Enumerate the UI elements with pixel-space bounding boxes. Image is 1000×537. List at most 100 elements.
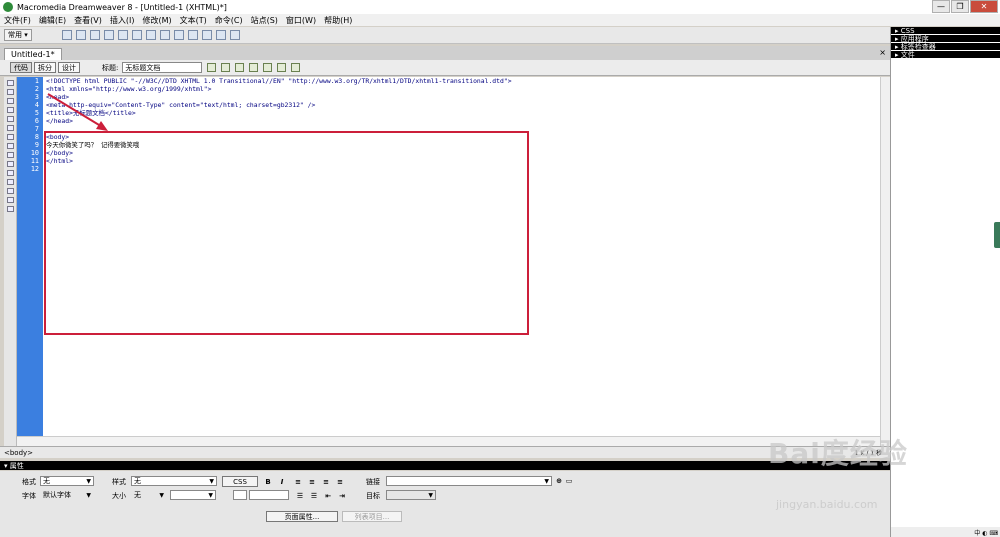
horizontal-scrollbar[interactable]	[17, 436, 880, 446]
outdent-icon[interactable]	[6, 197, 14, 203]
align-center-icon[interactable]: ≡	[308, 478, 316, 486]
menu-view[interactable]: 查看(V)	[70, 15, 106, 26]
validate-icon[interactable]	[221, 63, 231, 72]
outdent-text-icon[interactable]: ⇤	[324, 492, 332, 500]
menu-commands[interactable]: 命令(C)	[211, 15, 247, 26]
anchor-icon[interactable]	[89, 30, 100, 40]
close-button[interactable]: ✕	[970, 0, 998, 13]
menu-modify[interactable]: 修改(M)	[138, 15, 175, 26]
recent-snippets-icon[interactable]	[6, 179, 14, 185]
view-options-icon[interactable]	[277, 63, 287, 72]
indent-icon[interactable]	[6, 188, 14, 194]
email-link-icon[interactable]	[75, 30, 86, 40]
insert-category-select[interactable]: 常用 ▾	[4, 29, 32, 41]
image-icon[interactable]	[131, 30, 142, 40]
code-line[interactable]: </body>	[43, 149, 880, 157]
css-button[interactable]: CSS	[222, 476, 258, 487]
code-line[interactable]: <html xmlns="http://www.w3.org/1999/xhtm…	[43, 85, 880, 93]
code-editor[interactable]: <!DOCTYPE html PUBLIC "-//W3C//DTD XHTML…	[43, 77, 880, 436]
panel-files[interactable]: ▸ 文件	[891, 51, 1000, 59]
collapse-selection-icon[interactable]	[6, 98, 14, 104]
design-view-button[interactable]: 设计	[58, 62, 80, 73]
indent-text-icon[interactable]: ⇥	[338, 492, 346, 500]
collapse-tag-icon[interactable]	[6, 89, 14, 95]
refresh-icon[interactable]	[263, 63, 273, 72]
browser-check-icon[interactable]	[207, 63, 217, 72]
point-to-file-icon[interactable]: ⊕	[555, 477, 563, 485]
format-source-icon[interactable]	[6, 206, 14, 212]
code-line[interactable]: </head>	[43, 117, 880, 125]
text-color-input[interactable]	[249, 490, 289, 500]
size-unit-select[interactable]: ▼	[170, 490, 216, 500]
code-line[interactable]: <meta http-equiv="Content-Type" content=…	[43, 101, 880, 109]
file-management-icon[interactable]	[235, 63, 245, 72]
tab-untitled-1[interactable]: Untitled-1*	[4, 48, 62, 60]
server-include-icon[interactable]	[173, 30, 184, 40]
properties-header[interactable]: ▾ 属性	[0, 461, 890, 470]
code-line[interactable]: <body>	[43, 133, 880, 141]
browse-folder-icon[interactable]: ▭	[565, 477, 573, 485]
code-line[interactable]: <title>无标题文档</title>	[43, 109, 880, 117]
menu-help[interactable]: 帮助(H)	[320, 15, 356, 26]
code-view-button[interactable]: 代码	[10, 62, 32, 73]
code-line[interactable]: </html>	[43, 157, 880, 165]
code-line[interactable]	[43, 165, 880, 173]
layer-icon[interactable]	[117, 30, 128, 40]
date-icon[interactable]	[159, 30, 170, 40]
remove-comment-icon[interactable]	[6, 161, 14, 167]
panel-collapse-handle[interactable]	[994, 222, 1000, 248]
link-input[interactable]: ▼	[386, 476, 552, 486]
align-left-icon[interactable]: ≡	[294, 478, 302, 486]
apply-comment-icon[interactable]	[6, 152, 14, 158]
close-document-icon[interactable]: ×	[879, 48, 886, 57]
code-line[interactable]: <!DOCTYPE html PUBLIC "-//W3C//DTD XHTML…	[43, 77, 880, 85]
unordered-list-icon[interactable]: ☰	[296, 492, 304, 500]
target-select[interactable]: ▼	[386, 490, 436, 500]
size-select[interactable]: 无 ▼	[131, 490, 167, 500]
expand-all-icon[interactable]	[6, 107, 14, 113]
comment-icon[interactable]	[187, 30, 198, 40]
open-documents-icon[interactable]	[6, 80, 14, 86]
media-icon[interactable]	[145, 30, 156, 40]
text-color-swatch[interactable]	[233, 490, 247, 500]
document-title-input[interactable]: 无标题文档	[122, 62, 203, 73]
document-toolbar: 代码 拆分 设计 标题: 无标题文档	[0, 60, 890, 76]
menu-edit[interactable]: 编辑(E)	[35, 15, 70, 26]
bold-button[interactable]: B	[264, 478, 272, 486]
vertical-scrollbar[interactable]	[880, 77, 890, 447]
minimize-button[interactable]: —	[932, 0, 950, 13]
tag-chooser-icon[interactable]	[229, 30, 240, 40]
menu-window[interactable]: 窗口(W)	[282, 15, 320, 26]
line-numbers-icon[interactable]	[6, 134, 14, 140]
italic-button[interactable]: I	[278, 478, 286, 486]
split-view-button[interactable]: 拆分	[34, 62, 56, 73]
head-icon[interactable]	[201, 30, 212, 40]
ordered-list-icon[interactable]: ☰	[310, 492, 318, 500]
highlight-invalid-icon[interactable]	[6, 143, 14, 149]
balance-braces-icon[interactable]	[6, 125, 14, 131]
list-item-button[interactable]: 列表项目...	[342, 511, 402, 522]
wrap-tag-icon[interactable]	[6, 170, 14, 176]
page-properties-button[interactable]: 页面属性...	[266, 511, 338, 522]
line-number: 12	[30, 165, 39, 173]
select-parent-tag-icon[interactable]	[6, 116, 14, 122]
table-icon[interactable]	[103, 30, 114, 40]
menu-site[interactable]: 站点(S)	[247, 15, 282, 26]
justify-icon[interactable]: ≡	[336, 478, 344, 486]
menu-insert[interactable]: 插入(I)	[106, 15, 139, 26]
font-select[interactable]: 默认字体 ▼	[40, 490, 94, 500]
template-icon[interactable]	[215, 30, 226, 40]
preview-browser-icon[interactable]	[249, 63, 259, 72]
code-line[interactable]: <head>	[43, 93, 880, 101]
format-select[interactable]: 无 ▼	[40, 476, 94, 486]
hyperlink-icon[interactable]	[61, 30, 72, 40]
visual-aids-icon[interactable]	[291, 63, 301, 72]
align-right-icon[interactable]: ≡	[322, 478, 330, 486]
style-select[interactable]: 无 ▼	[131, 476, 217, 486]
menu-file[interactable]: 文件(F)	[0, 15, 35, 26]
code-line[interactable]	[43, 125, 880, 133]
menu-text[interactable]: 文本(T)	[176, 15, 211, 26]
maximize-button[interactable]: ❐	[951, 0, 969, 13]
tag-selector[interactable]: <body>	[4, 449, 33, 457]
code-line[interactable]: 今天你微笑了吗？ 记得要微笑哦	[43, 141, 880, 149]
